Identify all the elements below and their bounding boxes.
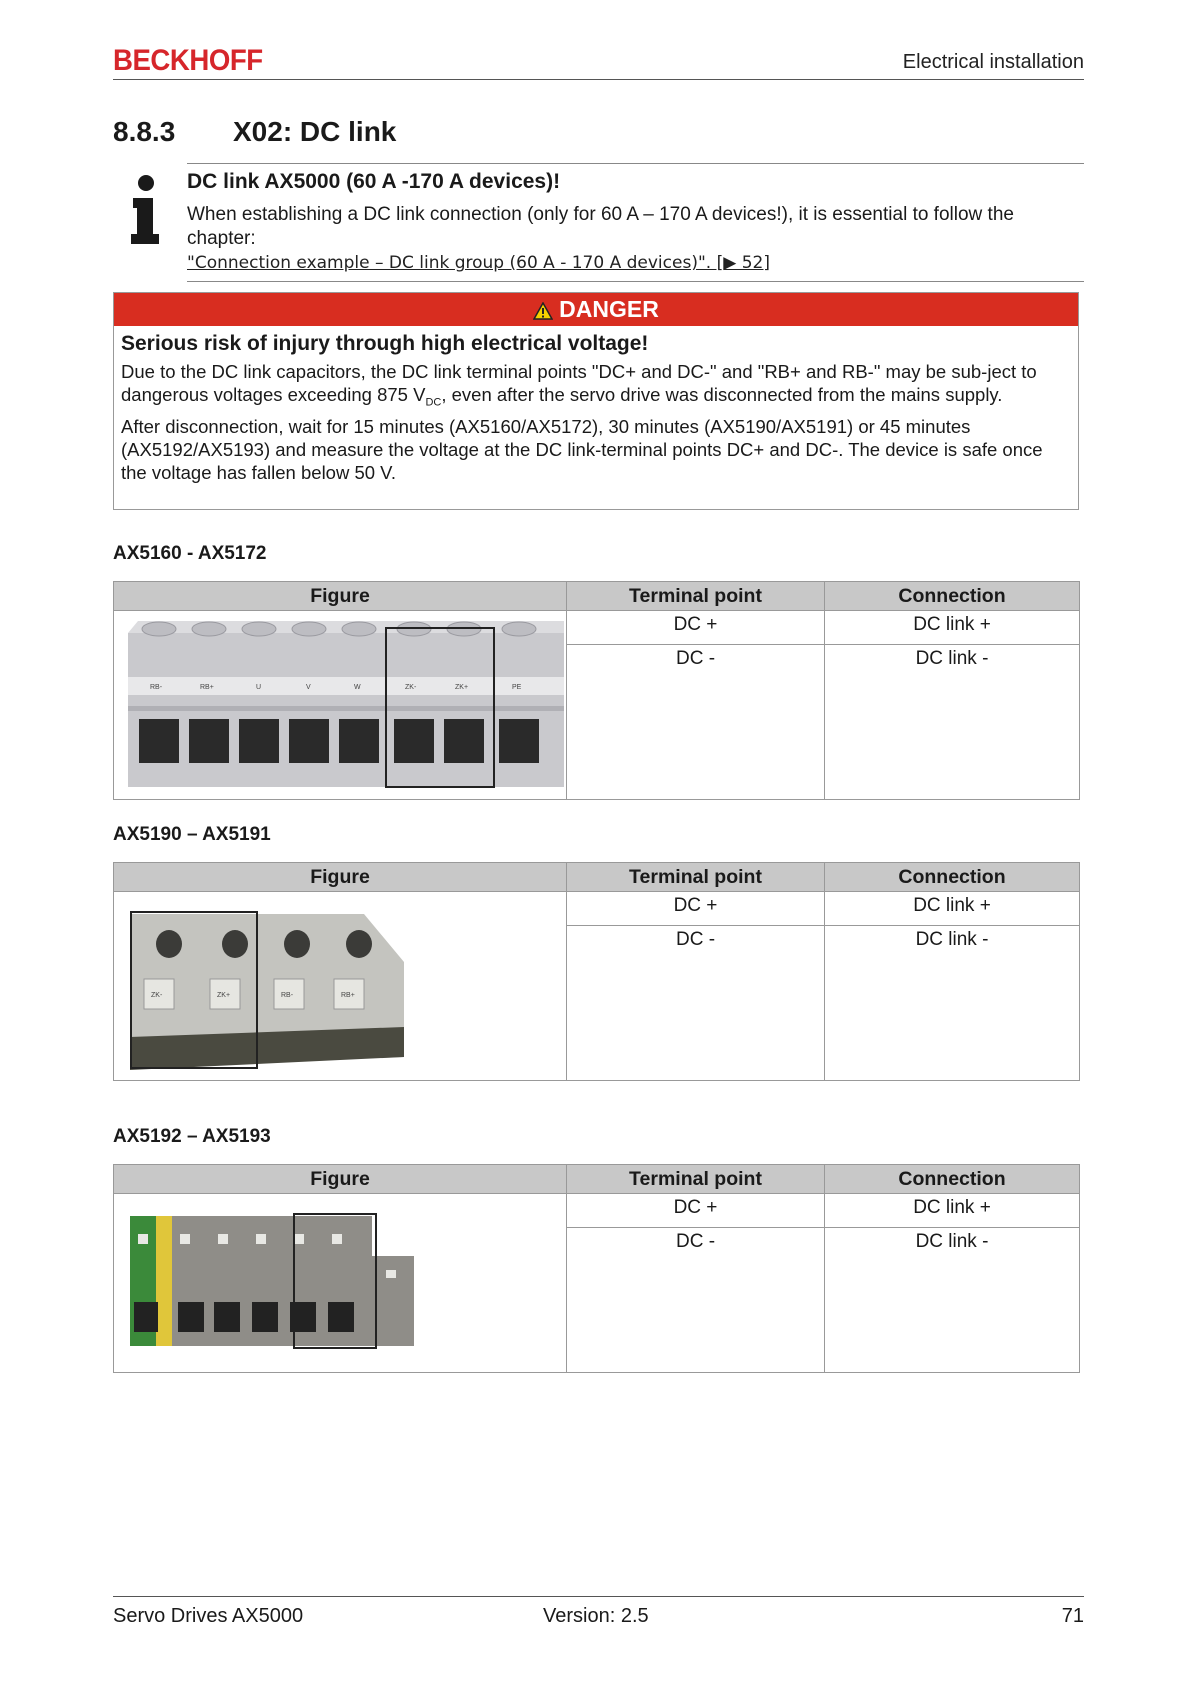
footer-divider [113,1596,1084,1597]
terminal-point: DC + [566,891,825,926]
col-terminal: Terminal point [566,1164,825,1194]
footer-product: Servo Drives AX5000 [113,1605,304,1627]
terminal-block-figure: RB- RB+ U V W ZK- ZK+ PE [128,621,564,788]
note-top-rule [187,163,1084,164]
col-figure: Figure [113,862,567,892]
label-w: W [354,684,361,691]
col-terminal: Terminal point [566,581,825,611]
col-connection: Connection [824,581,1080,611]
label-rb-plus: RB+ [200,684,214,691]
label-zk-plus: ZK+ [217,992,230,999]
section-title: X02: DC link [233,116,397,147]
connection: DC link + [824,610,1080,645]
chapter-link[interactable]: "Connection example – DC link group (60 … [187,253,770,273]
label-v: V [306,684,311,691]
footer-version: Version: 2.5 [543,1605,649,1627]
danger-title: Serious risk of injury through high elec… [121,332,649,355]
col-connection: Connection [824,1164,1080,1194]
header-divider [113,79,1084,80]
danger-text-1b: , even after the servo drive was disconn… [441,384,1003,405]
connection: DC link - [824,925,1080,1081]
terminal-point: DC - [566,925,825,1081]
terminal-block-figure: ZK- ZK+ RB- RB+ [130,911,404,1070]
terminal-point: DC + [566,610,825,645]
label-u: U [256,684,261,691]
warning-icon [533,301,554,320]
terminal-point: DC - [566,1227,825,1373]
danger-text-2: After disconnection, wait for 15 minutes… [121,415,1043,483]
note-title: DC link AX5000 (60 A -170 A devices)! [187,170,561,193]
connection: DC link - [824,1227,1080,1373]
danger-subscript: DC [425,396,442,409]
danger-body: Due to the DC link capacitors, the DC li… [114,356,1078,484]
col-figure: Figure [113,1164,567,1194]
danger-bar: DANGER [114,293,1078,326]
label-zk-plus: ZK+ [455,684,468,691]
note-body: When establishing a DC link connection (… [187,204,1014,249]
label-zk-minus: ZK- [405,684,417,691]
header-section-name: Electrical installation [902,51,1084,73]
page-number: 71 [1061,1605,1084,1627]
label-rb-minus: RB- [281,992,294,999]
terminal-point: DC + [566,1193,825,1228]
figure-cell: RB- RB+ U V W ZK- ZK+ PE [113,610,567,800]
connection: DC link - [824,644,1080,800]
label-rb-minus: RB- [150,684,163,691]
subheading-ax5190: AX5190 – AX5191 [113,824,271,845]
figure-cell [113,1193,567,1373]
info-icon [131,175,159,244]
col-connection: Connection [824,862,1080,892]
col-figure: Figure [113,581,567,611]
terminal-table-ax5192: Figure Terminal point Connection DC + DC… [113,1164,1080,1373]
figure-cell: ZK- ZK+ RB- RB+ [113,891,567,1081]
label-pe: PE [512,684,522,691]
label-zk-minus: ZK- [151,992,163,999]
connection: DC link + [824,1193,1080,1228]
label-rb-plus: RB+ [341,992,355,999]
beckhoff-logo: BECKHOFF [113,44,263,77]
subheading-ax5160: AX5160 - AX5172 [113,543,267,564]
terminal-block-figure [130,1213,414,1349]
danger-label: DANGER [559,296,659,322]
terminal-point: DC - [566,644,825,800]
terminal-table-ax5160: Figure Terminal point Connection RB- RB+… [113,581,1080,800]
section-number: 8.8.3 [113,116,176,147]
terminal-table-ax5190: Figure Terminal point Connection ZK- ZK+… [113,862,1080,1081]
connection: DC link + [824,891,1080,926]
table-row: RB- RB+ U V W ZK- ZK+ PE DC + DC link + [113,610,1080,800]
table-row: ZK- ZK+ RB- RB+ DC + DC link + [113,891,1080,1081]
danger-box: DANGER Serious risk of injury through hi… [113,292,1079,510]
note-bottom-rule [187,281,1084,282]
subheading-ax5192: AX5192 – AX5193 [113,1126,271,1147]
col-terminal: Terminal point [566,862,825,892]
table-row: DC + DC link + [113,1193,1080,1373]
